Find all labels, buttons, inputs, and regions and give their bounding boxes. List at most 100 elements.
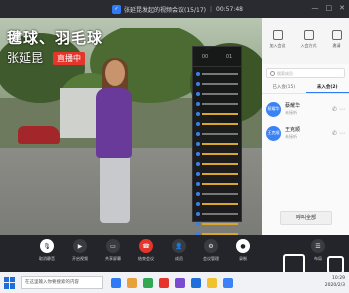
- end-meeting-button[interactable]: ☎ 结束会议: [133, 239, 159, 262]
- window-title: 张延昆发起的视频会议(15/17): [124, 6, 206, 14]
- title-separator: |: [209, 5, 213, 13]
- chat-text-redacted: [202, 83, 238, 85]
- chat-message-line: [196, 121, 238, 127]
- tray-time: 10:29: [332, 276, 345, 281]
- chat-text-redacted: [202, 163, 238, 165]
- start-video-label: 开启视频: [72, 256, 88, 261]
- avatar-dot-icon: [196, 192, 200, 196]
- system-tray[interactable]: 10:29 2020/2/3: [325, 275, 345, 289]
- phone-icon[interactable]: ✆: [332, 106, 337, 113]
- title-bar: ✓ 张延昆发起的视频会议(15/17) | 00:57:48 — □ ✕: [0, 0, 349, 18]
- phone-icon[interactable]: ✆: [332, 130, 337, 137]
- close-icon[interactable]: ✕: [339, 4, 345, 12]
- avatar-dot-icon: [196, 142, 200, 146]
- taskbar-app-icon[interactable]: [191, 277, 201, 288]
- chat-message-line: [196, 181, 238, 187]
- join-method-label: 入会方式: [300, 43, 317, 48]
- chat-message-line: [196, 171, 238, 177]
- invite-icon: [331, 30, 342, 40]
- chat-text-redacted: [202, 173, 238, 175]
- avatar-dot-icon: [196, 212, 200, 216]
- taskbar-app-icon[interactable]: [207, 277, 217, 288]
- record-button[interactable]: ● 录制: [230, 239, 256, 262]
- chat-message-line: [196, 101, 238, 107]
- avatar-dot-icon: [196, 222, 200, 226]
- meeting-manage-button[interactable]: ⚙ 会议管理: [198, 239, 224, 262]
- more-icon[interactable]: ⋯: [339, 130, 345, 137]
- person-head: [105, 60, 125, 86]
- members-icon: 👤: [172, 239, 186, 253]
- member-row[interactable]: 王克顺 王克顺 未接听 ✆ ⋯: [266, 124, 345, 142]
- chat-overlay-panel[interactable]: 00 01: [192, 46, 242, 235]
- participants-actions: 加入会议 入会方式 邀请: [262, 18, 349, 64]
- avatar-dot-icon: [196, 182, 200, 186]
- invite-button[interactable]: 邀请: [331, 30, 342, 49]
- taskbar-app-icon[interactable]: [159, 277, 169, 288]
- chat-text-redacted: [202, 133, 238, 135]
- chat-message-line: [196, 91, 238, 97]
- chat-header-item-0: 00: [201, 53, 209, 60]
- taskbar-search-input[interactable]: 在这里输入你要搜索的内容: [21, 276, 103, 289]
- record-label: 录制: [239, 256, 247, 261]
- taskbar-app-icon[interactable]: [143, 277, 153, 288]
- taskbar-app-icon[interactable]: [175, 277, 185, 288]
- search-icon: [270, 71, 275, 76]
- start-video-button[interactable]: ▶ 开启视频: [67, 239, 93, 262]
- join-meeting-button[interactable]: 加入会议: [270, 30, 286, 49]
- share-screen-button[interactable]: ▭ 共享屏幕: [100, 239, 126, 262]
- join-icon: [272, 30, 283, 40]
- chat-message-line: [196, 191, 238, 197]
- person-legs: [100, 153, 130, 223]
- taskbar-app-icon[interactable]: [223, 277, 233, 288]
- avatar-dot-icon: [196, 122, 200, 126]
- taskbar-app-icon[interactable]: [111, 277, 121, 288]
- unmute-button[interactable]: 🎙 取消静音: [34, 239, 60, 262]
- chat-text-redacted: [202, 183, 238, 185]
- record-icon: ●: [236, 239, 250, 253]
- avatar-dot-icon: [196, 202, 200, 206]
- member-info: 王克顺 未接听: [285, 126, 330, 140]
- chat-text-redacted: [202, 153, 238, 155]
- layout-label: 布局: [314, 256, 322, 261]
- person-body: [96, 88, 132, 158]
- tray-date: 2020/2/3: [324, 283, 345, 288]
- chat-message-line: [196, 151, 238, 157]
- call-all-button[interactable]: 呼叫全部: [280, 211, 332, 225]
- chat-text-redacted: [202, 193, 238, 195]
- avatar-dot-icon: [196, 82, 200, 86]
- meeting-timer: 00:57:48: [216, 5, 243, 13]
- avatar: 蔡耀华: [266, 101, 281, 117]
- chat-message-line: [196, 111, 238, 117]
- chat-message-line: [196, 201, 238, 207]
- chat-text-redacted: [202, 143, 238, 145]
- member-search-input[interactable]: 搜索成员: [266, 68, 345, 78]
- participants-panel: 加入会议 入会方式 邀请 搜索成员 已入会(15) 未入会(2) 蔡耀华 蔡耀华…: [262, 18, 349, 235]
- member-name: 蔡耀华: [285, 103, 301, 109]
- car-image: [18, 126, 60, 144]
- video-overlay-title: 毽球、羽毛球: [7, 29, 104, 47]
- avatar-dot-icon: [196, 162, 200, 166]
- minimize-icon[interactable]: —: [312, 4, 319, 12]
- avatar-dot-icon: [196, 112, 200, 116]
- chat-message-line: [196, 141, 238, 147]
- chat-text-redacted: [202, 73, 238, 75]
- avatar: 王克顺: [266, 125, 281, 141]
- member-row[interactable]: 蔡耀华 蔡耀华 未接听 ✆ ⋯: [266, 100, 345, 118]
- avatar-dot-icon: [196, 152, 200, 156]
- members-button[interactable]: 👤 成员: [166, 239, 192, 262]
- video-stream[interactable]: 毽球、羽毛球 张延昆 直播中 00 01: [0, 18, 262, 235]
- tab-joined[interactable]: 已入会(15): [262, 84, 306, 93]
- tab-not-joined[interactable]: 未入会(2): [305, 84, 349, 93]
- chat-text-redacted: [202, 113, 238, 115]
- maximize-icon[interactable]: □: [326, 4, 333, 12]
- end-call-icon: ☎: [139, 239, 153, 253]
- join-method-button[interactable]: 入会方式: [301, 30, 317, 49]
- avatar-dot-icon: [196, 132, 200, 136]
- windows-taskbar: 在这里输入你要搜索的内容 10:29 2020/2/3: [0, 272, 349, 293]
- member-search-placeholder: 搜索成员: [277, 71, 293, 76]
- taskbar-app-icon[interactable]: [127, 277, 137, 288]
- windows-start-icon[interactable]: [4, 276, 16, 289]
- more-icon[interactable]: ⋯: [339, 106, 345, 113]
- meeting-manage-label: 会议管理: [203, 256, 219, 261]
- chat-panel-header: 00 01: [193, 47, 241, 67]
